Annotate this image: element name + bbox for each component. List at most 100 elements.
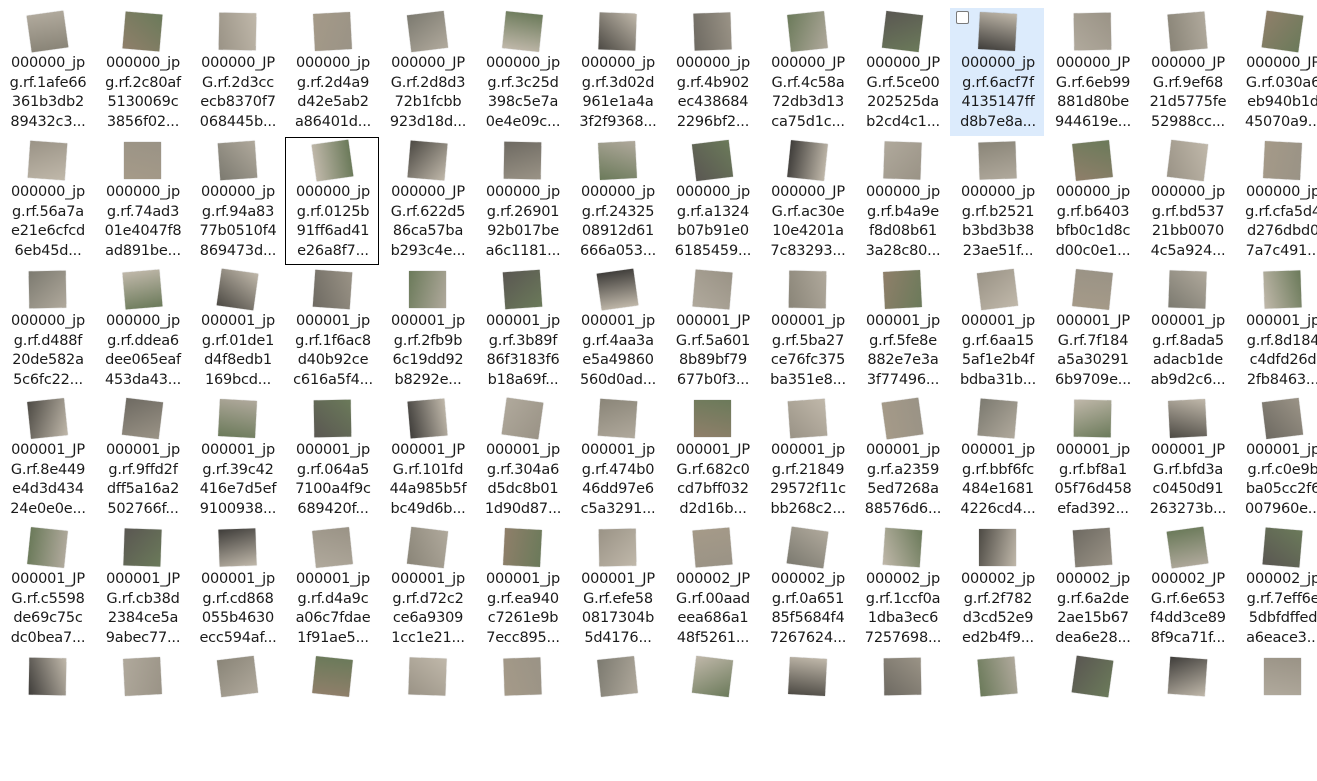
- file-item[interactable]: 000000_jp g.rf.b6403 bfb0c1d8c d00c0e1..…: [1045, 137, 1139, 265]
- file-item[interactable]: 000000_JP G.rf.4c58a 72db3d13 ca75d1c...: [760, 8, 854, 136]
- image-thumbnail: [1141, 139, 1233, 182]
- file-item[interactable]: 000001_jp g.rf.8ada5 adacb1de ab9d2c6...: [1140, 266, 1234, 394]
- file-item[interactable]: 000000_JP G.rf.ac30e 10e4201a 7c83293...: [760, 137, 854, 265]
- file-item[interactable]: 000000_JP G.rf.2d3cc ecb8370f7 068445b..…: [190, 8, 284, 136]
- file-item[interactable]: [0, 653, 94, 781]
- file-item[interactable]: 000001_jp g.rf.3b89f 86f3183f6 b18a69f..…: [475, 266, 569, 394]
- file-item[interactable]: 000000_jp g.rf.1afe66 361b3db2 89432c3..…: [0, 8, 94, 136]
- file-item[interactable]: [380, 653, 474, 781]
- file-item[interactable]: 000000_JP G.rf.6eb99 881d80be 944619e...: [1045, 8, 1139, 136]
- file-item[interactable]: 000001_jp g.rf.bf8a1 05f76d458 efad392..…: [1045, 395, 1139, 523]
- file-item[interactable]: 000002_JP G.rf.00aad eea686a1 48f5261...: [665, 524, 759, 652]
- file-name-label: 000001_jp g.rf.5fe8e 882e7e3a 3f77496...: [865, 313, 941, 388]
- file-item[interactable]: 000001_jp g.rf.39c42 416e7d5ef 9100938..…: [190, 395, 284, 523]
- file-item[interactable]: 000000_jp g.rf.ddea6 dee065eaf 453da43..…: [95, 266, 189, 394]
- file-item[interactable]: [665, 653, 759, 781]
- image-thumbnail: [96, 656, 188, 696]
- file-name-label: 000001_jp g.rf.8d184 c4dfd26d 2fb8463...: [1245, 313, 1317, 388]
- file-item[interactable]: 000000_jp g.rf.2d4a9 d42e5ab2 a86401d...: [285, 8, 379, 136]
- file-item[interactable]: 000001_jp g.rf.c0e9b ba05cc2f6 007960e..…: [1235, 395, 1317, 523]
- file-item[interactable]: 000000_jp g.rf.cfa5d4 d276dbd0 7a7c491..…: [1235, 137, 1317, 265]
- file-item[interactable]: 000000_JP G.rf.622d5 86ca57ba b293c4e...: [380, 137, 474, 265]
- file-item[interactable]: [1140, 653, 1234, 781]
- file-item[interactable]: 000001_jp g.rf.ea940 c7261e9b 7ecc895...: [475, 524, 569, 652]
- file-item[interactable]: 000001_jp g.rf.6aa15 5af1e2b4f bdba31b..…: [950, 266, 1044, 394]
- file-item[interactable]: 000000_jp g.rf.6acf7f 4135147ff d8b7e8a.…: [950, 8, 1044, 136]
- file-item[interactable]: 000000_jp g.rf.a1324 b07b91e0 6185459...: [665, 137, 759, 265]
- file-item[interactable]: 000002_JP G.rf.6e653 f4dd3ce89 8f9ca71f.…: [1140, 524, 1234, 652]
- file-name-label: 000000_jp g.rf.b6403 bfb0c1d8c d00c0e1..…: [1055, 184, 1131, 259]
- file-item[interactable]: 000002_jp g.rf.6a2de 2ae15b67 dea6e28...: [1045, 524, 1139, 652]
- image-thumbnail: [1046, 269, 1138, 310]
- file-item[interactable]: 000001_JP G.rf.bfd3a c0450d91 263273b...: [1140, 395, 1234, 523]
- image-thumbnail: [1141, 656, 1233, 697]
- file-item[interactable]: 000000_jp g.rf.24325 08912d61 666a053...: [570, 137, 664, 265]
- file-item[interactable]: 000000_JP G.rf.9ef68 21d5775fe 52988cc..…: [1140, 8, 1234, 136]
- file-item[interactable]: [1235, 653, 1317, 781]
- file-item[interactable]: 000000_jp g.rf.d488f 20de582a 5c6fc22...: [0, 266, 94, 394]
- file-item[interactable]: [285, 653, 379, 781]
- file-item[interactable]: 000001_jp g.rf.cd868 055b4630 ecc594af..…: [190, 524, 284, 652]
- file-item[interactable]: 000001_jp g.rf.21849 29572f11c bb268c2..…: [760, 395, 854, 523]
- file-item[interactable]: 000001_JP G.rf.682c0 cd7bff032 d2d16b...: [665, 395, 759, 523]
- file-item[interactable]: 000000_jp g.rf.b2521 b3bd3b38 23ae51f...: [950, 137, 1044, 265]
- file-item[interactable]: 000002_jp g.rf.0a651 85f5684f4 7267624..…: [760, 524, 854, 652]
- file-item[interactable]: [760, 653, 854, 781]
- file-item[interactable]: 000000_jp g.rf.2c80af 5130069c 3856f02..…: [95, 8, 189, 136]
- file-item[interactable]: 000000_jp g.rf.3c25d 398c5e7a 0e4e09c...: [475, 8, 569, 136]
- file-name-label: 000001_jp g.rf.8ada5 adacb1de ab9d2c6...: [1150, 313, 1226, 388]
- file-item[interactable]: 000001_jp g.rf.5ba27 ce76fc375 ba351e8..…: [760, 266, 854, 394]
- file-item[interactable]: [475, 653, 569, 781]
- file-name-label: 000000_jp g.rf.3c25d 398c5e7a 0e4e09c...: [485, 55, 561, 130]
- file-item[interactable]: 000000_JP G.rf.2d8d3 72b1fcbb 923d18d...: [380, 8, 474, 136]
- file-item[interactable]: 000001_jp g.rf.d4a9c a06c7fdae 1f91ae5..…: [285, 524, 379, 652]
- file-item[interactable]: [95, 653, 189, 781]
- file-item[interactable]: 000001_jp g.rf.474b0 46dd97e6 c5a3291...: [570, 395, 664, 523]
- file-item[interactable]: 000001_JP G.rf.7f184 a5a30291 6b9709e...: [1045, 266, 1139, 394]
- image-thumbnail: [476, 397, 568, 440]
- file-item[interactable]: 000001_JP G.rf.efe58 0817304b 5d4176...: [570, 524, 664, 652]
- file-item[interactable]: 000000_jp g.rf.3d02d 961e1a4a 3f2f9368..…: [570, 8, 664, 136]
- file-name-label: 000000_jp g.rf.94a83 77b0510f4 869473d..…: [199, 184, 277, 259]
- file-item[interactable]: 000001_JP G.rf.8e449 e4d3d434 24e0e0e...: [0, 395, 94, 523]
- file-item[interactable]: 000001_jp g.rf.d72c2 ce6a9309 1cc1e21...: [380, 524, 474, 652]
- file-item[interactable]: 000001_jp g.rf.4aa3a e5a49860 560d0ad...: [570, 266, 664, 394]
- select-checkbox[interactable]: [956, 11, 969, 24]
- file-item[interactable]: 000002_jp g.rf.7eff6e 5dbfdffed a6eace3.…: [1235, 524, 1317, 652]
- file-item[interactable]: 000001_jp g.rf.a2359 5ed7268a 88576d6...: [855, 395, 949, 523]
- file-item[interactable]: [190, 653, 284, 781]
- file-item[interactable]: 000001_jp g.rf.2fb9b 6c19dd92 b8292e...: [380, 266, 474, 394]
- file-item[interactable]: 000000_jp g.rf.94a83 77b0510f4 869473d..…: [190, 137, 284, 265]
- file-item[interactable]: 000000_jp g.rf.bd537 21bb0070 4c5a924...: [1140, 137, 1234, 265]
- file-item[interactable]: [950, 653, 1044, 781]
- file-name-label: 000000_JP G.rf.ac30e 10e4201a 7c83293...: [770, 184, 846, 259]
- file-item[interactable]: 000000_jp g.rf.0125b 91ff6ad41 e26a8f7..…: [285, 137, 379, 265]
- file-item[interactable]: 000002_jp g.rf.1ccf0a 1dba3ec6 7257698..…: [855, 524, 949, 652]
- file-item[interactable]: 000000_jp g.rf.74ad3 01e4047f8 ad891be..…: [95, 137, 189, 265]
- file-item[interactable]: [1045, 653, 1139, 781]
- file-item[interactable]: 000001_jp g.rf.8d184 c4dfd26d 2fb8463...: [1235, 266, 1317, 394]
- image-thumbnail: [1046, 398, 1138, 438]
- file-item[interactable]: 000001_jp g.rf.5fe8e 882e7e3a 3f77496...: [855, 266, 949, 394]
- file-name-label: 000001_jp g.rf.cd868 055b4630 ecc594af..…: [199, 571, 277, 646]
- file-item[interactable]: 000000_jp g.rf.26901 92b017be a6c1181...: [475, 137, 569, 265]
- file-item[interactable]: 000000_jp g.rf.56a7a e21e6cfcd 6eb45d...: [0, 137, 94, 265]
- file-item[interactable]: 000000_JP G.rf.030a6 eb940b1d 45070a9...: [1235, 8, 1317, 136]
- file-item[interactable]: 000001_jp g.rf.064a5 7100a4f9c 689420f..…: [285, 395, 379, 523]
- file-item[interactable]: 000000_jp g.rf.b4a9e f8d08b61 3a28c80...: [855, 137, 949, 265]
- file-item[interactable]: 000001_JP G.rf.5a601 8b89bf79 677b0f3...: [665, 266, 759, 394]
- file-item[interactable]: [855, 653, 949, 781]
- image-thumbnail: [761, 11, 853, 52]
- file-item[interactable]: 000000_JP G.rf.5ce00 202525da b2cd4c1...: [855, 8, 949, 136]
- file-item[interactable]: 000001_JP G.rf.cb38d 2384ce5a 9abec77...: [95, 524, 189, 652]
- file-item[interactable]: 000001_JP G.rf.101fd 44a985b5f bc49d6b..…: [380, 395, 474, 523]
- file-item[interactable]: 000001_jp g.rf.bbf6fc 484e1681 4226cd4..…: [950, 395, 1044, 523]
- file-item[interactable]: 000001_JP G.rf.c5598 de69c75c dc0bea7...: [0, 524, 94, 652]
- file-item[interactable]: 000001_jp g.rf.9ffd2f dff5a16a2 502766f.…: [95, 395, 189, 523]
- file-item[interactable]: 000002_jp g.rf.2f782 d3cd52e9 ed2b4f9...: [950, 524, 1044, 652]
- file-item[interactable]: 000001_jp g.rf.304a6 d5dc8b01 1d90d87...: [475, 395, 569, 523]
- file-item[interactable]: 000001_jp g.rf.1f6ac8 d40b92ce c616a5f4.…: [285, 266, 379, 394]
- file-item[interactable]: 000000_jp g.rf.4b902 ec438684 2296bf2...: [665, 8, 759, 136]
- file-item[interactable]: [570, 653, 664, 781]
- file-item[interactable]: 000001_jp g.rf.01de1 d4f8edb1 169bcd...: [190, 266, 284, 394]
